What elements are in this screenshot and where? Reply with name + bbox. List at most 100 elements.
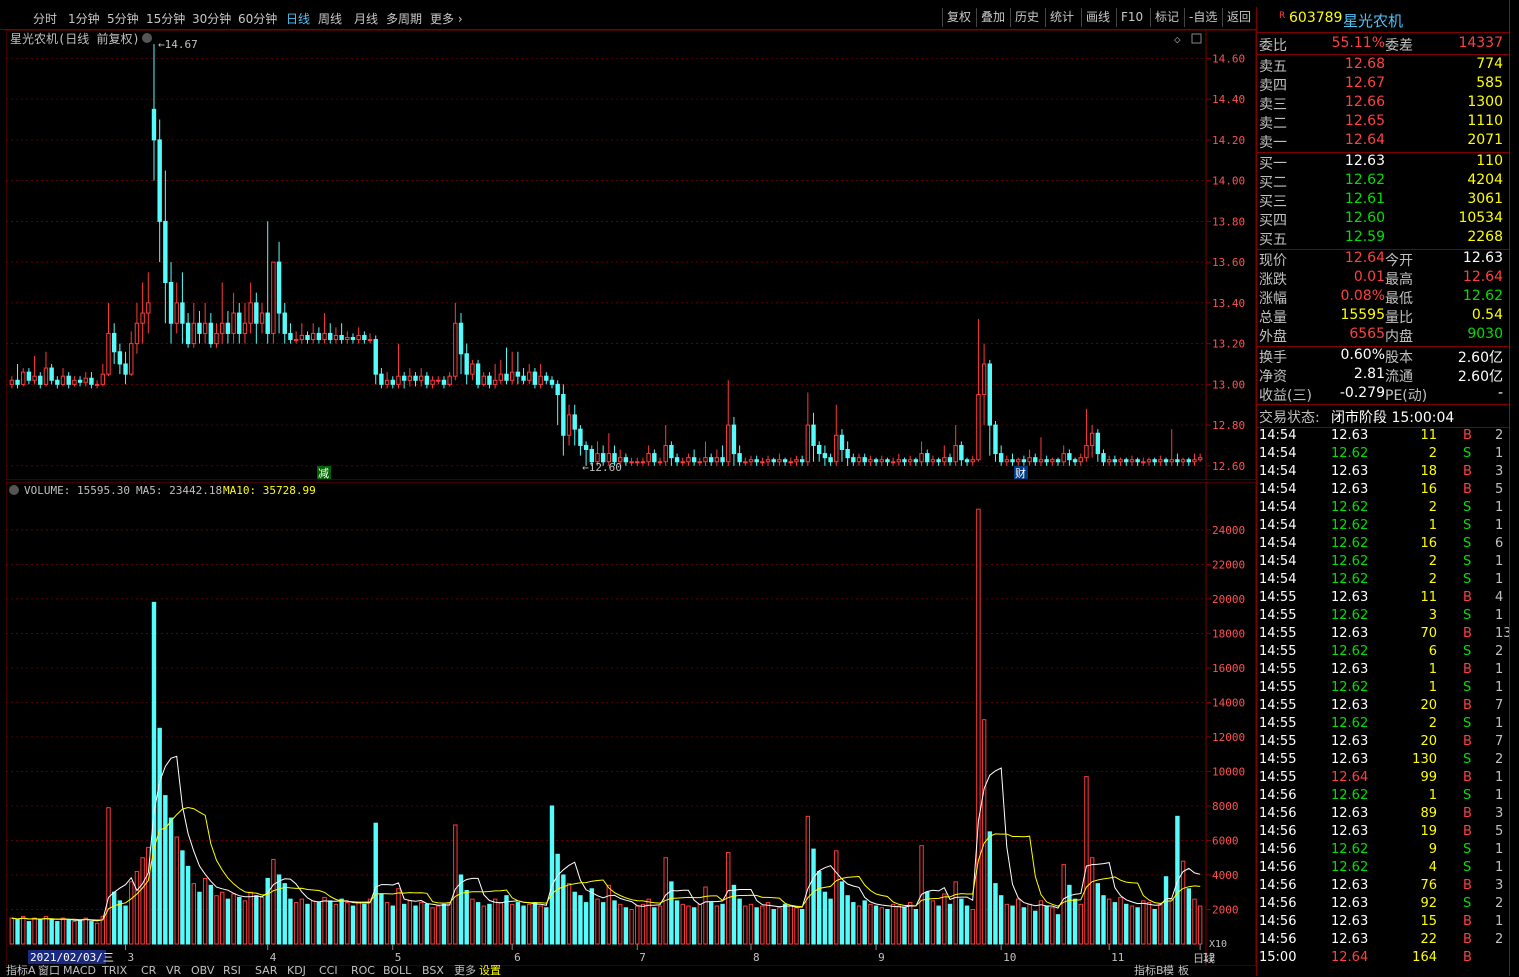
- period-tab-3[interactable]: 15分钟: [146, 10, 185, 27]
- volume-dropdown-icon[interactable]: [9, 485, 19, 495]
- volume-bar: [9, 917, 15, 945]
- volume-bar: [1197, 905, 1203, 945]
- volume-bar: [902, 907, 907, 945]
- tool-button-3[interactable]: 统计: [1045, 8, 1078, 27]
- tick-time: 14:55: [1259, 716, 1297, 731]
- book-row[interactable]: 买五 12.59 2268: [1257, 229, 1509, 248]
- indicator-right-1[interactable]: 模: [1163, 965, 1174, 976]
- event-marker-1[interactable]: 减: [318, 467, 329, 480]
- tick-time: 14:55: [1259, 698, 1297, 713]
- period-tab-10[interactable]: 更多 ›: [430, 10, 463, 27]
- period-tab-0[interactable]: 分时: [33, 10, 57, 27]
- indicator-tab-11[interactable]: ROC: [351, 965, 375, 976]
- indicator-right-3[interactable]: 日线: [1193, 953, 1215, 964]
- tick-side: S: [1463, 860, 1472, 875]
- book-row[interactable]: 买四 12.60 10534: [1257, 210, 1509, 229]
- book-row[interactable]: 卖四 12.67 585: [1257, 75, 1509, 94]
- tick-row: 14:56 12.62 4 S 1: [1257, 860, 1509, 878]
- tool-button-5[interactable]: F10: [1116, 8, 1147, 27]
- indicator-tab-12[interactable]: BOLL: [383, 965, 411, 976]
- indicator-tab-3[interactable]: TRIX: [102, 965, 127, 976]
- y-tick-label: 13.40: [1212, 297, 1245, 310]
- volume-bar: [1050, 907, 1055, 945]
- tick-volume: 15: [1420, 914, 1437, 929]
- book-row[interactable]: 买二 12.62 4204: [1257, 172, 1509, 191]
- tick-price: 12.63: [1331, 464, 1369, 479]
- indicator-tab-15[interactable]: 设置: [479, 965, 501, 976]
- volume-bar: [555, 853, 560, 945]
- volume-bar: [475, 902, 481, 945]
- indicator-tab-10[interactable]: CCI: [319, 965, 338, 976]
- period-tab-8[interactable]: 月线: [354, 10, 378, 27]
- candlestick-chart[interactable]: 14.60 14.40 14.20 14.00 13.80 13.60 13.40 13.20…: [6, 30, 1256, 480]
- indicator-tab-1[interactable]: 窗口: [38, 965, 60, 976]
- volume-chart[interactable]: 24000 22000 20000 18000 16000 14000 12000 10000…: [6, 482, 1256, 966]
- chart-frame: [6, 30, 1256, 480]
- volume-bar: [708, 902, 714, 945]
- tick-count: 1: [1495, 518, 1504, 533]
- tick-count: 1: [1495, 572, 1504, 587]
- period-tab-2[interactable]: 5分钟: [107, 10, 139, 27]
- indicator-tab-2[interactable]: MACD: [63, 965, 96, 976]
- book-row[interactable]: 买三 12.61 3061: [1257, 191, 1509, 210]
- volume-bar: [339, 898, 344, 945]
- period-tab-1[interactable]: 1分钟: [68, 10, 100, 27]
- indicator-tab-13[interactable]: BSX: [422, 965, 444, 976]
- event-marker-2[interactable]: 财: [1015, 466, 1026, 480]
- volume-bar: [839, 881, 845, 945]
- indicator-tab-8[interactable]: SAR: [255, 965, 277, 976]
- period-tab-7[interactable]: 周线: [318, 10, 342, 27]
- weibi-row: 委比 55.11% 委差 14337: [1257, 35, 1509, 54]
- tool-button-0[interactable]: 复权: [942, 8, 975, 27]
- period-toolbar: 分时 1分钟 5分钟 15分钟 30分钟 60分钟 日线 周线 月线 多周期 更多 › 复权 叠加 历史统…: [0, 7, 1256, 30]
- book-row[interactable]: 卖二 12.65 1110: [1257, 113, 1509, 132]
- volume-bar: [521, 905, 526, 945]
- tool-button-6[interactable]: 标记: [1150, 8, 1183, 27]
- indicator-tab-6[interactable]: OBV: [191, 965, 214, 976]
- book-row[interactable]: 卖三 12.66 1300: [1257, 94, 1509, 113]
- title-dropdown-icon[interactable]: [142, 33, 152, 43]
- tick-count: 1: [1495, 662, 1504, 677]
- volume-bar: [1141, 900, 1146, 945]
- period-tab-9[interactable]: 多周期: [386, 10, 422, 27]
- diamond-icon[interactable]: ◇: [1174, 33, 1181, 46]
- tick-row: 14:56 12.63 19 B 5: [1257, 824, 1509, 842]
- book-row[interactable]: 买一 12.63 110: [1257, 153, 1509, 172]
- volume-bar: [282, 883, 287, 945]
- tick-volume: 1: [1428, 788, 1437, 803]
- volume-bar: [66, 919, 71, 945]
- tick-row: 14:54 12.62 16 S 6: [1257, 536, 1509, 554]
- volume-bar: [174, 836, 179, 945]
- side-strip: [1509, 0, 1519, 976]
- tick-price: 12.62: [1331, 644, 1369, 659]
- tick-time: 15:00: [1259, 950, 1297, 965]
- tick-time: 14:54: [1259, 536, 1297, 551]
- tick-side: S: [1463, 536, 1472, 551]
- indicator-tab-5[interactable]: VR: [166, 965, 181, 976]
- indicator-tab-14[interactable]: 更多: [454, 965, 476, 976]
- indicator-right-2[interactable]: 板: [1178, 965, 1189, 976]
- volume-bar: [731, 884, 737, 945]
- indicator-tab-0[interactable]: 指标A: [6, 965, 36, 976]
- tool-button-2[interactable]: 历史: [1010, 8, 1043, 27]
- period-tab-4[interactable]: 30分钟: [192, 10, 231, 27]
- tool-button-8[interactable]: 返回: [1222, 8, 1255, 27]
- tick-count: 2: [1495, 752, 1504, 767]
- tick-row: 14:56 12.63 89 B 3: [1257, 806, 1509, 824]
- weicha-value: 14337: [1458, 35, 1503, 51]
- tool-button-4[interactable]: 画线: [1081, 8, 1114, 27]
- indicator-tab-9[interactable]: KDJ: [287, 965, 306, 976]
- stock-name[interactable]: 星光农机: [1343, 10, 1403, 31]
- tool-button-7[interactable]: -自选: [1184, 8, 1221, 27]
- tool-button-1[interactable]: 叠加: [976, 8, 1009, 27]
- period-tab-6[interactable]: 日线: [286, 10, 310, 27]
- book-row[interactable]: 卖一 12.64 2071: [1257, 132, 1509, 151]
- indicator-tab-4[interactable]: CR: [141, 965, 156, 976]
- volume-bar: [640, 903, 646, 945]
- indicator-right-0[interactable]: 指标B: [1134, 965, 1164, 976]
- volume-bar: [470, 898, 475, 945]
- indicator-tab-7[interactable]: RSI: [223, 965, 241, 976]
- tick-volume: 164: [1412, 950, 1437, 965]
- book-row[interactable]: 卖五 12.68 774: [1257, 56, 1509, 75]
- period-tab-5[interactable]: 60分钟: [238, 10, 277, 27]
